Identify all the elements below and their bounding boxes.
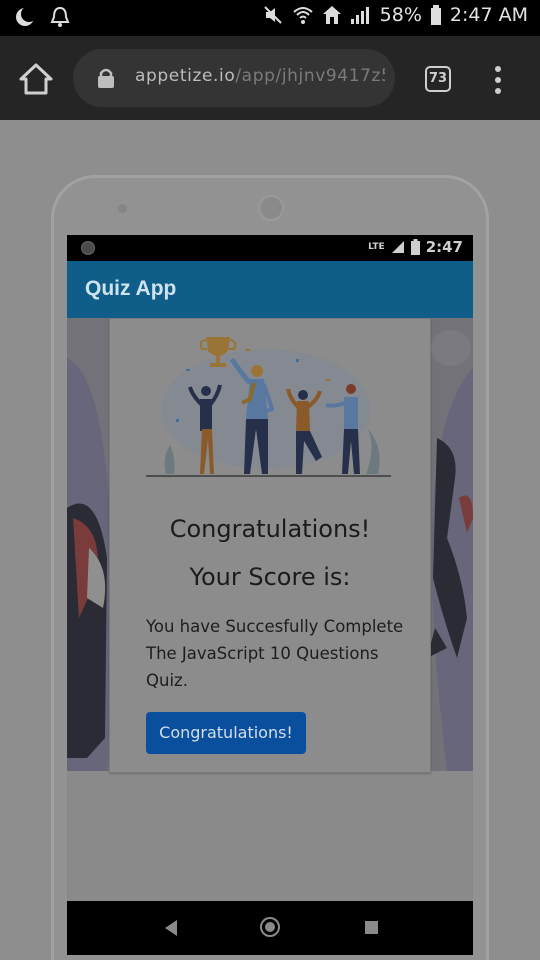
- back-icon[interactable]: [163, 919, 179, 937]
- screen-empty-area: [67, 771, 473, 901]
- wifi-icon: [292, 7, 313, 24]
- app-bar: Quiz App: [67, 261, 473, 318]
- trophy-celebration-illustration: [146, 337, 391, 477]
- device-clock: 2:47: [425, 238, 463, 256]
- recents-icon[interactable]: [365, 921, 378, 934]
- congratulations-button[interactable]: Congratulations!: [146, 712, 306, 754]
- url-text: appetize.io/app/jhjnv9417z5: [135, 66, 385, 86]
- overflow-menu-button[interactable]: [494, 66, 502, 94]
- battery-percent: 58%: [379, 4, 422, 26]
- device-status-bar: LTE 2:47: [67, 235, 473, 261]
- bell-icon: [50, 6, 70, 27]
- clock: 2:47 AM: [449, 4, 528, 26]
- moon-icon: [16, 6, 36, 26]
- mute-icon: [263, 6, 282, 24]
- device-camera: [258, 195, 284, 221]
- home-icon: [19, 63, 53, 95]
- result-card: Congratulations! Your Score is: You have…: [109, 318, 431, 773]
- home-signal-icon: [322, 6, 341, 24]
- network-label: LTE: [368, 242, 385, 252]
- app-title: Quiz App: [85, 277, 177, 300]
- menu-dot-icon: [495, 77, 501, 83]
- cell-signal-icon: [350, 7, 369, 24]
- home-nav-icon[interactable]: [260, 917, 280, 937]
- device-sensor: [118, 204, 127, 213]
- lock-icon: [98, 68, 114, 88]
- result-message: You have Succesfully Complete The JavaSc…: [146, 617, 404, 690]
- congratulations-heading: Congratulations!: [169, 515, 371, 543]
- menu-dot-icon: [495, 66, 501, 72]
- notification-dot-icon: [81, 241, 95, 255]
- address-bar[interactable]: appetize.io/app/jhjnv9417z5: [73, 49, 395, 107]
- url-host: appetize.io: [135, 66, 236, 86]
- url-path: /app/jhjnv9417z5: [235, 66, 385, 86]
- system-status-bar: 58% 2:47 AM: [0, 0, 540, 36]
- cell-signal-icon: [391, 241, 404, 253]
- browser-toolbar: appetize.io/app/jhjnv9417z5 73: [0, 36, 540, 120]
- tab-switcher-button[interactable]: 73: [425, 66, 451, 92]
- home-button[interactable]: [18, 62, 54, 96]
- device-navigation-bar: [67, 901, 473, 955]
- score-label: Your Score is:: [189, 563, 351, 591]
- menu-dot-icon: [495, 88, 501, 94]
- battery-icon: [430, 5, 441, 25]
- battery-icon: [410, 239, 420, 255]
- emulator-screen[interactable]: LTE 2:47 Quiz App Congratulations! Your …: [67, 235, 473, 955]
